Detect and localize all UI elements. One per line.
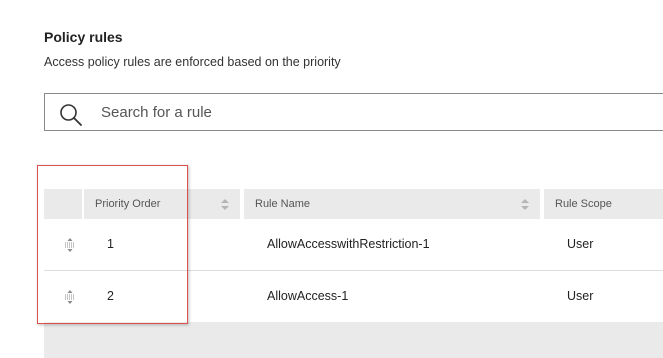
search-box[interactable]	[44, 93, 663, 131]
column-header-priority-order[interactable]: Priority Order	[84, 189, 240, 219]
section-description: Access policy rules are enforced based o…	[44, 55, 341, 69]
rule-name-cell[interactable]: AllowAccess-1	[267, 289, 348, 303]
column-header-label: Rule Name	[255, 198, 311, 210]
priority-cell: 2	[107, 289, 114, 303]
column-header-rule-scope[interactable]: Rule Scope	[544, 189, 663, 219]
table-row[interactable]: 1 AllowAccesswithRestriction-1 User	[44, 219, 663, 270]
section-title: Policy rules	[44, 29, 123, 45]
priority-cell: 1	[107, 237, 114, 251]
rule-name-cell[interactable]: AllowAccesswithRestriction-1	[267, 237, 430, 251]
policy-rules-page: Policy rules Access policy rules are enf…	[0, 0, 663, 358]
search-input[interactable]	[101, 94, 661, 130]
table-footer	[44, 322, 663, 358]
column-header-rule-name[interactable]: Rule Name	[244, 189, 540, 219]
drag-handle-icon[interactable]	[64, 290, 76, 304]
drag-column-header	[44, 189, 82, 219]
column-header-label: Priority Order	[95, 198, 161, 210]
sort-icon[interactable]	[221, 199, 229, 210]
rule-scope-cell: User	[567, 289, 594, 303]
column-header-label: Rule Scope	[555, 198, 612, 210]
rule-scope-cell: User	[567, 237, 594, 251]
drag-handle-icon[interactable]	[64, 238, 76, 252]
search-icon	[59, 103, 83, 127]
table-row[interactable]: 2 AllowAccess-1 User	[44, 271, 663, 322]
sort-icon[interactable]	[521, 199, 529, 210]
